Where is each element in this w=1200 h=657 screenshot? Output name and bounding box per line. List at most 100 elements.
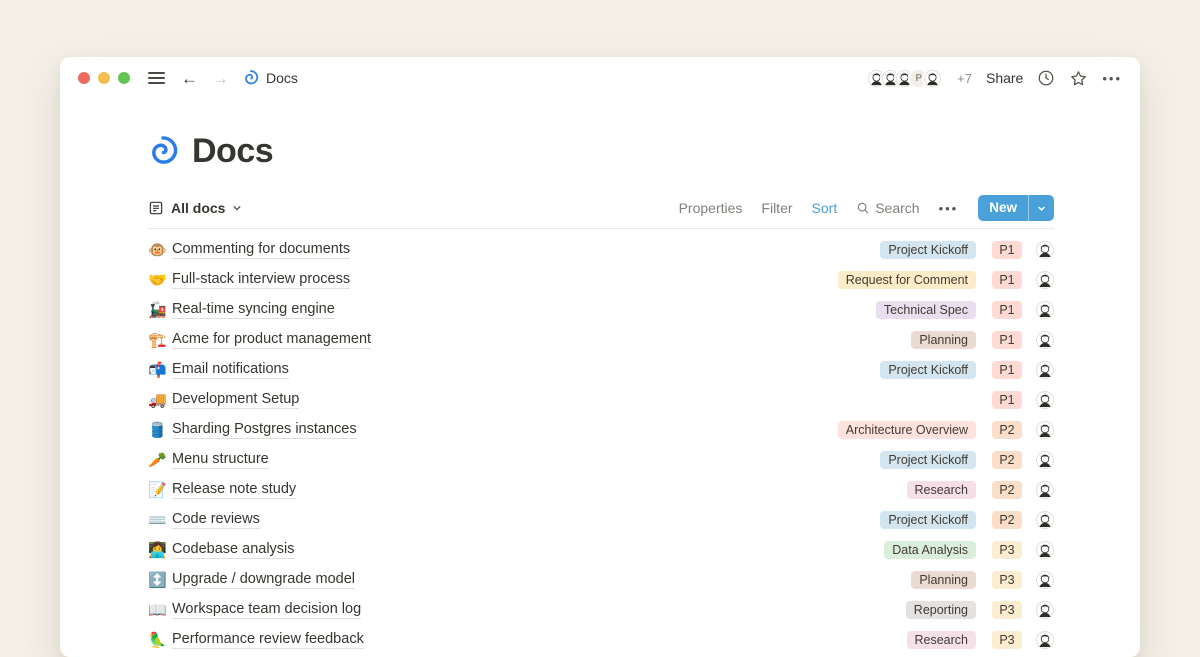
- zoom-button[interactable]: [118, 72, 130, 84]
- assignee-avatar[interactable]: [1036, 241, 1054, 259]
- doc-emoji-icon: 🚚: [148, 393, 172, 408]
- doc-title[interactable]: Acme for product management: [172, 331, 371, 349]
- priority-badge[interactable]: P3: [992, 541, 1021, 559]
- view-more-icon[interactable]: •••: [939, 201, 959, 216]
- doc-row[interactable]: 📬Email notificationsProject KickoffP1: [148, 355, 1054, 385]
- doc-emoji-icon: 👩‍💻: [148, 543, 172, 558]
- assignee-avatar[interactable]: [1036, 541, 1054, 559]
- assignee-avatar[interactable]: [1036, 481, 1054, 499]
- more-options-icon[interactable]: •••: [1102, 71, 1122, 86]
- priority-slot: P1: [984, 361, 1030, 379]
- doc-title[interactable]: Code reviews: [172, 511, 260, 529]
- new-button[interactable]: New: [978, 195, 1054, 221]
- priority-badge[interactable]: P1: [992, 241, 1021, 259]
- doc-row[interactable]: 👩‍💻Codebase analysis Data Analysis P3: [148, 535, 1054, 565]
- doc-title[interactable]: Upgrade / downgrade model: [172, 571, 355, 589]
- priority-badge[interactable]: P1: [992, 331, 1021, 349]
- doc-emoji-icon: 🛢️: [148, 423, 172, 438]
- doc-row[interactable]: 🚚Development Setup P1: [148, 385, 1054, 415]
- doc-type-tag[interactable]: Request for Comment: [838, 271, 976, 289]
- assignee-avatar[interactable]: [1036, 391, 1054, 409]
- doc-type-tag[interactable]: Project Kickoff: [880, 511, 976, 529]
- assignee-avatar[interactable]: [1036, 421, 1054, 439]
- doc-title[interactable]: Email notifications: [172, 361, 289, 379]
- doc-title[interactable]: Development Setup: [172, 391, 299, 409]
- doc-title[interactable]: Menu structure: [172, 451, 269, 469]
- sidebar-menu-icon[interactable]: [148, 72, 165, 84]
- doc-title[interactable]: Performance review feedback: [172, 631, 364, 649]
- doc-row[interactable]: 📖Workspace team decision logReportingP3: [148, 595, 1054, 625]
- breadcrumb[interactable]: Docs: [243, 70, 298, 86]
- minimize-button[interactable]: [98, 72, 110, 84]
- filter-button[interactable]: Filter: [761, 200, 792, 216]
- priority-badge[interactable]: P3: [992, 631, 1021, 649]
- doc-row[interactable]: ↕️Upgrade / downgrade modelPlanningP3: [148, 565, 1054, 595]
- doc-type-tag[interactable]: Planning: [911, 331, 976, 349]
- doc-row[interactable]: 🐵Commenting for documentsProject Kickoff…: [148, 235, 1054, 265]
- assignee-avatar[interactable]: [1036, 601, 1054, 619]
- priority-badge[interactable]: P2: [992, 481, 1021, 499]
- assignee-avatar[interactable]: [1036, 271, 1054, 289]
- doc-type-tag[interactable]: Project Kickoff: [880, 361, 976, 379]
- new-chevron-down-icon[interactable]: [1029, 195, 1054, 221]
- share-button[interactable]: Share: [986, 70, 1023, 86]
- doc-title[interactable]: Release note study: [172, 481, 296, 499]
- doc-row[interactable]: 🚂Real-time syncing engineTechnical SpecP…: [148, 295, 1054, 325]
- doc-title[interactable]: Workspace team decision log: [172, 601, 361, 619]
- assignee-avatar[interactable]: [1036, 631, 1054, 649]
- breadcrumb-title: Docs: [266, 70, 298, 86]
- doc-row[interactable]: 🛢️Sharding Postgres instances Architectur…: [148, 415, 1054, 445]
- doc-row[interactable]: 🤝Full-stack interview processRequest for…: [148, 265, 1054, 295]
- collaborator-avatar[interactable]: [922, 68, 943, 89]
- priority-badge[interactable]: P1: [992, 361, 1021, 379]
- doc-type-tag[interactable]: Technical Spec: [876, 301, 976, 319]
- collaborator-avatar-stack[interactable]: P: [866, 68, 943, 89]
- doc-type-tag[interactable]: Project Kickoff: [880, 241, 976, 259]
- doc-type-tag[interactable]: Data Analysis: [884, 541, 976, 559]
- priority-badge[interactable]: P1: [992, 271, 1021, 289]
- doc-row[interactable]: ⌨️Code reviews Project Kickoff P2: [148, 505, 1054, 535]
- doc-type-tag[interactable]: Planning: [911, 571, 976, 589]
- doc-type-tag[interactable]: Research: [907, 481, 977, 499]
- close-button[interactable]: [78, 72, 90, 84]
- doc-row[interactable]: 🏗️Acme for product managementPlanningP1: [148, 325, 1054, 355]
- doc-emoji-icon: ⌨️: [148, 513, 172, 528]
- doc-type-tag[interactable]: Reporting: [906, 601, 976, 619]
- doc-type-tag[interactable]: Research: [907, 631, 977, 649]
- doc-title[interactable]: Full-stack interview process: [172, 271, 350, 289]
- doc-type-tag[interactable]: Architecture Overview: [838, 421, 976, 439]
- priority-slot: P1: [984, 331, 1030, 349]
- search-button[interactable]: Search: [856, 200, 919, 216]
- assignee-avatar[interactable]: [1036, 331, 1054, 349]
- new-button-label[interactable]: New: [978, 195, 1028, 221]
- doc-row[interactable]: 🥕Menu structureProject KickoffP2: [148, 445, 1054, 475]
- assignee-avatar[interactable]: [1036, 511, 1054, 529]
- priority-badge[interactable]: P2: [992, 421, 1021, 439]
- updates-clock-icon[interactable]: [1037, 69, 1055, 87]
- view-toolbar: All docs Properties Filter Sort Search •…: [148, 194, 1054, 222]
- priority-badge[interactable]: P1: [992, 301, 1021, 319]
- back-arrow-icon[interactable]: ←: [181, 70, 198, 87]
- doc-title[interactable]: Codebase analysis: [172, 541, 295, 559]
- priority-badge[interactable]: P1: [992, 391, 1021, 409]
- traffic-lights[interactable]: [78, 72, 130, 84]
- forward-arrow-icon[interactable]: →: [212, 70, 229, 87]
- priority-badge[interactable]: P2: [992, 451, 1021, 469]
- priority-badge[interactable]: P2: [992, 511, 1021, 529]
- properties-button[interactable]: Properties: [679, 200, 743, 216]
- assignee-avatar[interactable]: [1036, 571, 1054, 589]
- assignee-avatar[interactable]: [1036, 451, 1054, 469]
- doc-title[interactable]: Sharding Postgres instances: [172, 421, 357, 439]
- doc-row[interactable]: 📝Release note studyResearchP2: [148, 475, 1054, 505]
- doc-type-tag[interactable]: Project Kickoff: [880, 451, 976, 469]
- assignee-avatar[interactable]: [1036, 301, 1054, 319]
- favorite-star-icon[interactable]: [1069, 69, 1088, 88]
- priority-badge[interactable]: P3: [992, 571, 1021, 589]
- sort-button[interactable]: Sort: [812, 200, 838, 216]
- assignee-avatar[interactable]: [1036, 361, 1054, 379]
- doc-title[interactable]: Commenting for documents: [172, 241, 350, 259]
- view-switcher[interactable]: All docs: [148, 200, 242, 216]
- priority-slot: P3: [984, 541, 1030, 559]
- priority-badge[interactable]: P3: [992, 601, 1021, 619]
- doc-title[interactable]: Real-time syncing engine: [172, 301, 335, 319]
